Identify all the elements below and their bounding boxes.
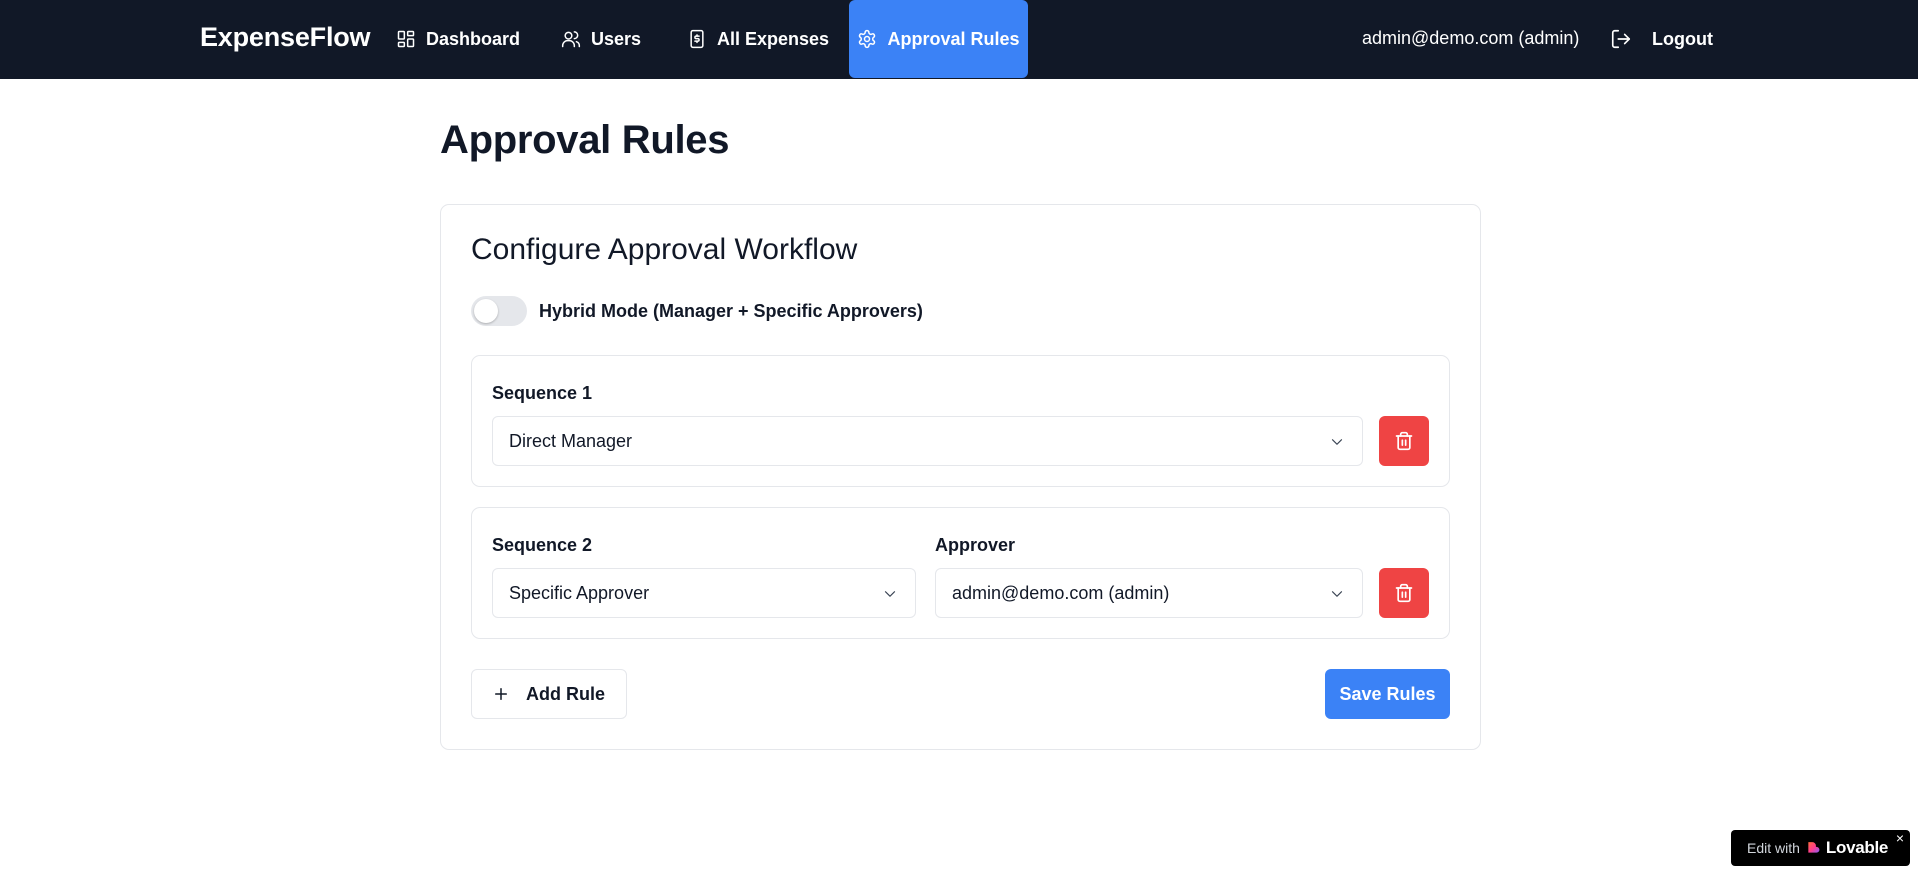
nav-item-label: Dashboard xyxy=(426,28,521,49)
nav-item-label: Users xyxy=(591,28,642,49)
page-title: Approval Rules xyxy=(440,118,730,162)
badge-brand: Lovable xyxy=(1825,838,1889,857)
approver-label: Approver xyxy=(935,535,1016,555)
hybrid-mode-toggle[interactable] xyxy=(471,296,527,326)
users-icon xyxy=(561,31,581,48)
nav-item-users[interactable]: Users xyxy=(545,0,657,78)
select-value: Specific Approver xyxy=(509,582,650,603)
rule-sequence-2: Sequence 2 Specific Approver Approver ad… xyxy=(471,507,1450,639)
hybrid-mode-label[interactable]: Hybrid Mode (Manager + Specific Approver… xyxy=(539,301,923,322)
approver-select[interactable]: admin@demo.com (admin) xyxy=(935,568,1363,618)
sequence-label: Sequence 1 xyxy=(492,383,593,403)
edit-with-lovable-badge[interactable]: Edit with Lovable × xyxy=(1731,830,1910,866)
hybrid-mode-row: Hybrid Mode (Manager + Specific Approver… xyxy=(471,296,923,326)
current-user-label: admin@demo.com (admin) xyxy=(1362,28,1580,48)
select-value: admin@demo.com (admin) xyxy=(952,582,1170,603)
approval-workflow-card: Configure Approval Workflow Hybrid Mode … xyxy=(440,204,1481,750)
chevron-down-icon xyxy=(884,591,896,597)
select-value: Direct Manager xyxy=(509,430,633,451)
brand-logo[interactable]: ExpenseFlow xyxy=(200,22,371,53)
badge-prefix: Edit with xyxy=(1747,840,1800,856)
rule-sequence-1: Sequence 1 Direct Manager xyxy=(471,355,1450,487)
lovable-heart-icon xyxy=(1808,842,1820,853)
logout-icon xyxy=(1611,29,1631,49)
delete-rule-button[interactable] xyxy=(1379,568,1429,618)
save-rules-button[interactable]: Save Rules xyxy=(1325,669,1450,719)
nav-item-label: Approval Rules xyxy=(887,28,1020,49)
chevron-down-icon xyxy=(1331,591,1343,597)
plus-icon xyxy=(495,688,507,700)
gear-icon xyxy=(859,29,876,49)
delete-rule-button[interactable] xyxy=(1379,416,1429,466)
sequence-label: Sequence 2 xyxy=(492,535,593,555)
dashboard-icon xyxy=(397,30,415,48)
logout-label: Logout xyxy=(1652,28,1713,49)
add-rule-button[interactable]: Add Rule xyxy=(471,669,627,719)
logout-button[interactable]: Logout xyxy=(1606,0,1717,78)
toggle-knob xyxy=(474,299,498,323)
nav-item-approval-rules[interactable]: Approval Rules xyxy=(849,0,1028,78)
card-title: Configure Approval Workflow xyxy=(471,233,858,266)
sequence-2-type-select[interactable]: Specific Approver xyxy=(492,568,916,618)
nav-item-label: All Expenses xyxy=(717,28,830,49)
trash-icon xyxy=(1395,431,1413,451)
add-rule-label: Add Rule xyxy=(526,683,605,704)
chevron-down-icon xyxy=(1331,439,1343,445)
nav-item-all-expenses[interactable]: All Expenses xyxy=(671,0,845,78)
sequence-1-type-select[interactable]: Direct Manager xyxy=(492,416,1363,466)
close-icon[interactable]: × xyxy=(1896,831,1904,845)
receipt-icon xyxy=(690,29,704,49)
top-navbar: ExpenseFlow Dashboard Users All Expenses xyxy=(0,0,1918,79)
nav-item-dashboard[interactable]: Dashboard xyxy=(380,0,536,78)
trash-icon xyxy=(1395,583,1413,603)
